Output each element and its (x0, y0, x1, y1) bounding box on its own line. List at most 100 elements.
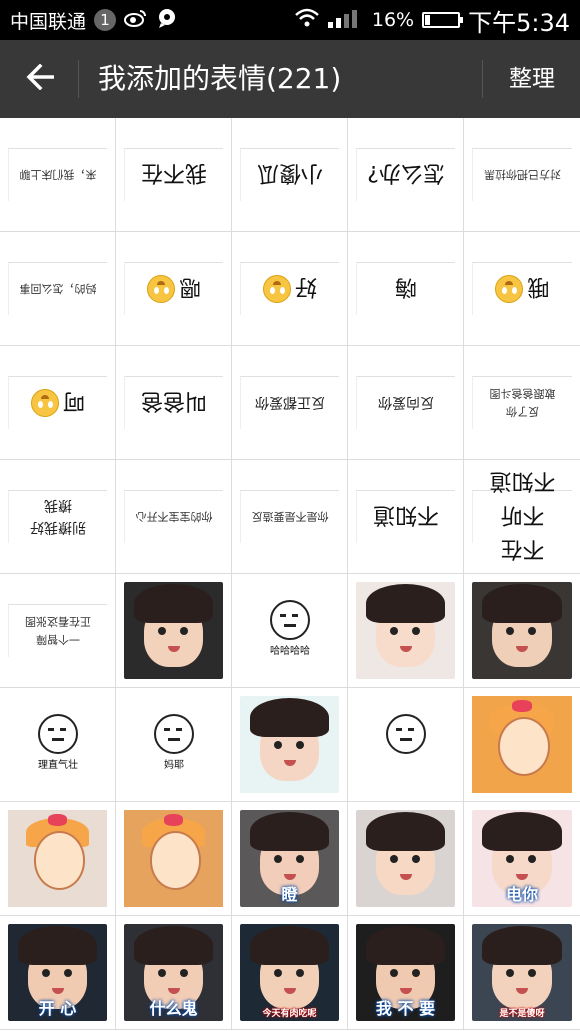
sticker-cell[interactable]: 理直气壮 (0, 688, 116, 802)
sticker-cell[interactable]: 呵 (0, 346, 116, 460)
sticker-caption: 是不是傻呀 (499, 1009, 545, 1019)
hair-shape (249, 697, 330, 737)
eyes-shape (389, 968, 398, 977)
cartoon-sticker (472, 696, 572, 793)
sticker-cell[interactable]: 反向爱你 (348, 346, 464, 460)
sticker-cell[interactable]: 我 不 要 (348, 916, 464, 1030)
sticker-caption: 今天有肉吃呢 (262, 1009, 317, 1019)
cartoon-bow (47, 813, 68, 826)
sticker-cell[interactable]: 不知道 (348, 460, 464, 574)
sticker-cell[interactable] (348, 574, 464, 688)
battery-icon (422, 12, 464, 28)
sticker-cell[interactable] (116, 802, 232, 916)
sticker-cell[interactable]: 不在 不听 不知道 (464, 460, 580, 574)
sticker-text-line: 撩我 (44, 497, 72, 513)
sticker-text: 妈的，怎么回事 (19, 282, 97, 295)
sticker-cell[interactable]: 嗯 (116, 232, 232, 346)
page-title: 我添加的表情(221) (98, 62, 342, 95)
text-sticker: 一个智障 正在看这张图 (8, 604, 107, 657)
photo-sticker: 什么鬼 (124, 924, 223, 1021)
sticker-cell[interactable]: 一个智障 正在看这张图 (0, 574, 116, 688)
sticker-caption: 什么鬼 (149, 999, 198, 1018)
text-sticker: 怎么办? (356, 148, 455, 201)
sticker-text: 你是不是要造反 (251, 510, 329, 523)
sticker-cell[interactable] (0, 802, 116, 916)
sticker-cell[interactable]: 是不是傻呀 (464, 916, 580, 1030)
meme-label: 理直气壮 (38, 760, 78, 771)
sticker-cell[interactable]: 来，我们床上聊 (0, 118, 116, 232)
meme-label: 哈哈哈哈 (270, 646, 310, 657)
sticker-cell[interactable]: 你的宝宝不开心 (116, 460, 232, 574)
sticker-cell[interactable]: 反正都爱你 (232, 346, 348, 460)
sticker-cell[interactable] (116, 574, 232, 688)
sticker-cell[interactable] (348, 802, 464, 916)
sticker-cell[interactable]: 今天有肉吃呢 (232, 916, 348, 1030)
sticker-cell[interactable] (464, 574, 580, 688)
photo-sticker (124, 582, 223, 679)
sticker-cell[interactable]: 我不在 (116, 118, 232, 232)
sticker-cell[interactable]: 哦 (464, 232, 580, 346)
text-sticker: 哦 (472, 262, 572, 315)
sticker-cell[interactable]: 什么鬼 (116, 916, 232, 1030)
eyes-shape (506, 626, 514, 635)
battery-level (425, 15, 431, 25)
photo-sticker: 开 心 (8, 924, 107, 1021)
cartoon-face (498, 717, 550, 776)
signal-icon (327, 8, 364, 33)
eyes-shape (157, 626, 166, 635)
weibo-icon (124, 8, 148, 33)
sticker-text: 我不在 (141, 160, 208, 185)
text-sticker: 你是不是要造反 (240, 490, 339, 543)
back-button[interactable] (20, 58, 62, 100)
sticker-cell[interactable]: 瞪 (232, 802, 348, 916)
sticker-cell[interactable]: 嗨 (348, 232, 464, 346)
meme-sticker: 哈哈哈哈 (262, 600, 318, 662)
text-sticker: 叫爸爸 (124, 376, 223, 429)
sticker-cell[interactable]: 反了你 敢跟爸爸斗图 (464, 346, 580, 460)
sticker-cell[interactable] (464, 688, 580, 802)
sticker-cell[interactable]: 电你 (464, 802, 580, 916)
sticker-cell[interactable]: 对方已把你拉黑 (464, 118, 580, 232)
sticker-text-line: 不在 (500, 536, 545, 561)
sticker-cell[interactable]: 怎么办? (348, 118, 464, 232)
meme-sticker: 妈耶 (146, 714, 202, 776)
sticker-text: 不知道 (373, 502, 440, 527)
cartoon-face (149, 831, 202, 890)
text-sticker: 来，我们床上聊 (8, 148, 107, 201)
text-sticker: 小傻瓜 (240, 148, 339, 201)
manage-button[interactable]: 整理 (494, 58, 570, 100)
sticker-cell[interactable]: 开 心 (0, 916, 116, 1030)
text-sticker: 反了你 敢跟爸爸斗图 (472, 376, 572, 429)
sticker-cell[interactable]: 妈的，怎么回事 (0, 232, 116, 346)
sticker-cell[interactable]: 小傻瓜 (232, 118, 348, 232)
sticker-cell[interactable] (348, 688, 464, 802)
cartoon-bow (163, 813, 184, 826)
hair-shape (365, 583, 446, 623)
text-sticker: 你的宝宝不开心 (124, 490, 223, 543)
meme-sticker: 理直气壮 (30, 714, 86, 776)
text-sticker: 别撩我好 撩我 (8, 490, 107, 543)
sticker-cell[interactable]: 你是不是要造反 (232, 460, 348, 574)
sticker-cell[interactable]: 妈耶 (116, 688, 232, 802)
photo-sticker: 电你 (472, 810, 572, 907)
sticker-text: 反向爱你 (378, 394, 434, 410)
header-divider (78, 60, 79, 98)
emoji-face-icon (31, 389, 59, 417)
meme-label: 妈耶 (164, 760, 184, 771)
status-right: 16% 下午5:34 (294, 6, 570, 37)
eyes-shape (41, 968, 50, 977)
eyes-shape (389, 626, 398, 635)
sticker-cell[interactable]: 别撩我好 撩我 (0, 460, 116, 574)
sticker-text: 反正都爱你 (255, 394, 325, 410)
hair-shape (249, 811, 330, 851)
hair-shape (365, 925, 446, 965)
text-sticker: 嗯 (124, 262, 223, 315)
meme-face-icon (270, 600, 310, 640)
notification-badge: 1 (94, 9, 117, 31)
photo-sticker (240, 696, 339, 793)
sticker-cell[interactable]: 叫爸爸 (116, 346, 232, 460)
sticker-cell[interactable] (232, 688, 348, 802)
sticker-cell[interactable]: 好 (232, 232, 348, 346)
sticker-cell[interactable]: 哈哈哈哈 (232, 574, 348, 688)
eyes-shape (273, 740, 282, 749)
